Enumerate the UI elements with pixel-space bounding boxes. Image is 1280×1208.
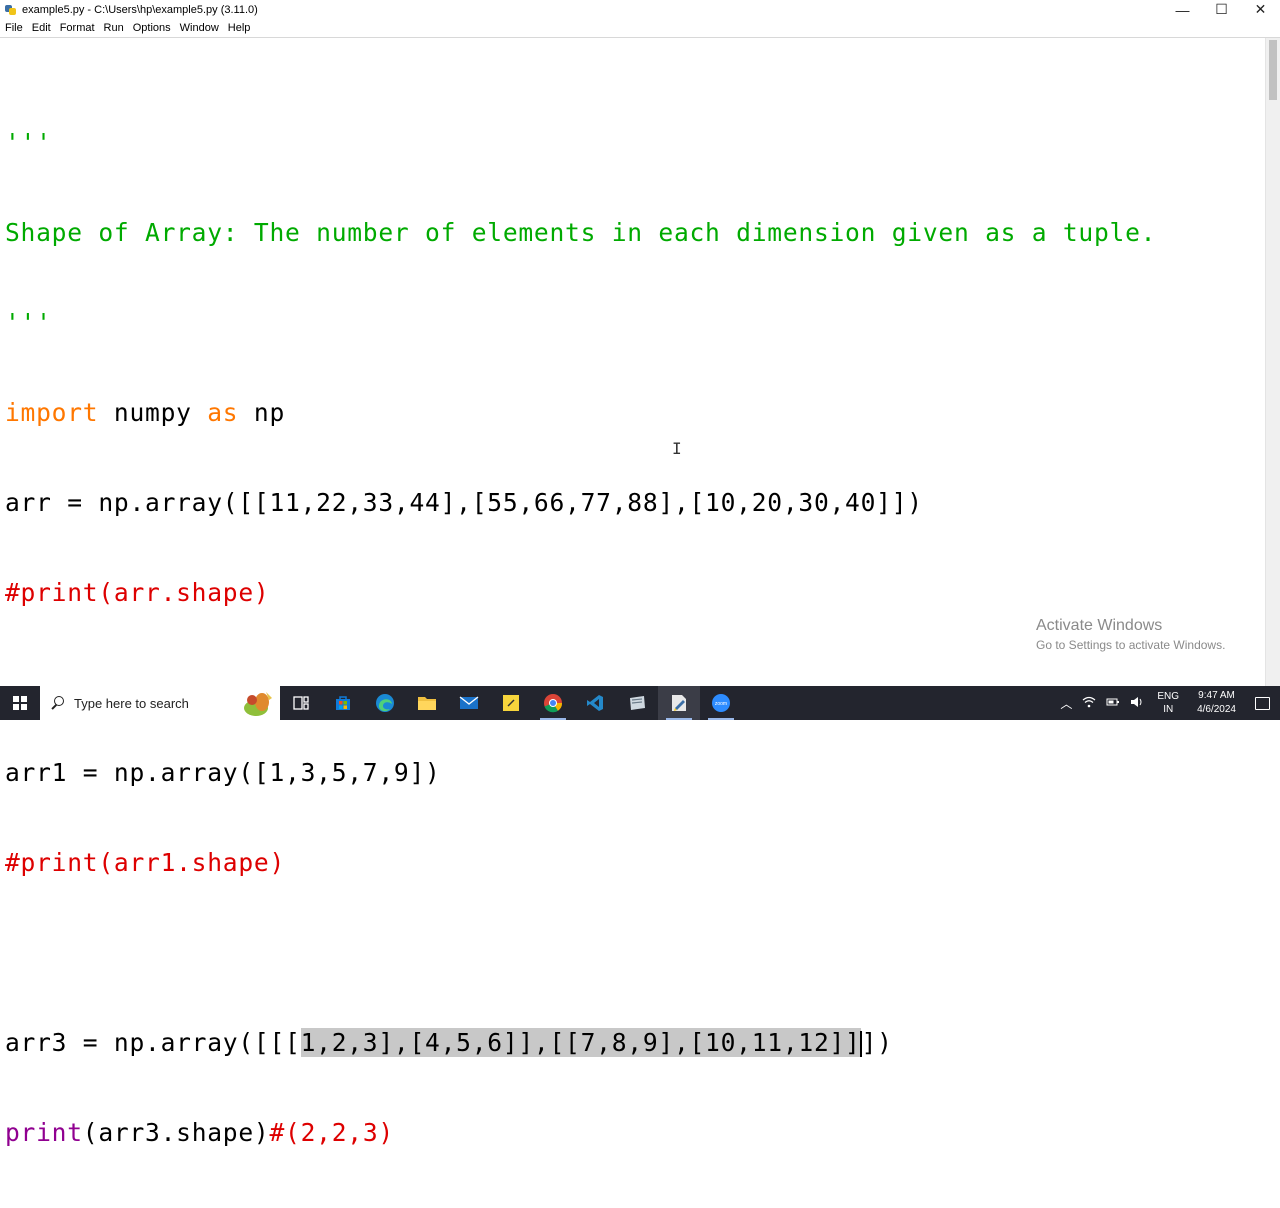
watermark-title: Activate Windows — [1036, 617, 1163, 634]
chevron-up-icon[interactable]: ︿ — [1060, 695, 1072, 712]
activate-windows-watermark: Activate Windows Go to Settings to activ… — [1036, 617, 1225, 652]
clock-date: 4/6/2024 — [1197, 704, 1236, 715]
watermark-subtitle: Go to Settings to activate Windows. — [1036, 638, 1226, 652]
svg-text:zoom: zoom — [715, 701, 727, 707]
code-line: #print(arr1.shape) — [5, 848, 1156, 878]
code-line: arr3 = np.array([[[1,2,3],[4,5,6]],[[7,8… — [5, 1028, 1156, 1058]
code-line: arr1 = np.array([1,3,5,7,9]) — [5, 758, 1156, 788]
print-args: (arr3.shape) — [82, 1118, 270, 1147]
battery-icon[interactable] — [1106, 696, 1120, 710]
keyword-import: import — [5, 398, 99, 427]
arr1-assignment: arr1 = np.array([1,3,5,7,9]) — [5, 758, 441, 787]
keyword-as: as — [207, 398, 239, 427]
microsoft-store-icon[interactable] — [322, 686, 364, 720]
taskbar-search-box[interactable]: Type here to search — [40, 686, 280, 720]
menu-edit[interactable]: Edit — [32, 22, 51, 34]
close-button[interactable]: ✕ — [1241, 0, 1280, 19]
menu-run[interactable]: Run — [104, 22, 124, 34]
code-line: arr = np.array([[11,22,33,44],[55,66,77,… — [5, 488, 1156, 518]
window-controls: — ☐ ✕ — [1163, 0, 1280, 19]
start-button[interactable] — [0, 686, 40, 720]
menu-window[interactable]: Window — [180, 22, 219, 34]
search-placeholder: Type here to search — [74, 695, 189, 711]
code-line: Shape of Array: The number of elements i… — [5, 218, 1156, 248]
code-line: #print(arr.shape) — [5, 578, 1156, 608]
docstring-close: ''' — [5, 308, 52, 337]
chrome-browser-icon[interactable] — [532, 686, 574, 720]
alias-name: np — [238, 398, 286, 427]
code-line: ''' — [5, 128, 1156, 158]
language-indicator[interactable]: ENG IN — [1157, 690, 1179, 716]
code-line: import numpy as np — [5, 398, 1156, 428]
window-title: example5.py - C:\Users\hp\example5.py (3… — [22, 3, 258, 16]
search-icon — [51, 696, 65, 710]
search-highlight-icon — [244, 692, 272, 716]
edge-browser-icon[interactable] — [364, 686, 406, 720]
file-explorer-icon[interactable] — [406, 686, 448, 720]
code-line: print(arr3.shape)#(2,2,3) — [5, 1118, 1156, 1148]
notification-center-icon[interactable] — [1252, 686, 1272, 720]
arr3-assignment-start: arr3 = np.array([[[ — [5, 1028, 301, 1057]
menu-options[interactable]: Options — [133, 22, 171, 34]
docstring-text: Shape of Array: The number of elements i… — [5, 218, 1157, 247]
arr3-assignment-end: ]) — [861, 1028, 893, 1057]
python-idle-icon — [5, 4, 17, 16]
zoom-icon[interactable]: zoom — [700, 686, 742, 720]
menu-bar: File Edit Format Run Options Window Help — [0, 19, 1280, 38]
minimize-button[interactable]: — — [1163, 0, 1202, 19]
module-name: numpy — [98, 398, 208, 427]
title-bar: example5.py - C:\Users\hp\example5.py (3… — [0, 0, 1280, 19]
python-shell-icon[interactable] — [616, 686, 658, 720]
vscode-icon[interactable] — [574, 686, 616, 720]
mail-icon[interactable] — [448, 686, 490, 720]
vertical-scrollbar[interactable] — [1265, 38, 1280, 686]
comment: #print(arr1.shape) — [5, 848, 286, 877]
maximize-button[interactable]: ☐ — [1202, 0, 1241, 19]
task-view-icon[interactable] — [280, 686, 322, 720]
sticky-notes-icon[interactable] — [490, 686, 532, 720]
windows-logo-icon — [13, 696, 27, 710]
text-selection[interactable]: 1,2,3],[4,5,6]],[[7,8,9],[10,11,12]] — [300, 1028, 861, 1057]
menu-file[interactable]: File — [5, 22, 23, 34]
comment: #print(arr.shape) — [5, 578, 270, 607]
clock[interactable]: 9:47 AM 4/6/2024 — [1197, 689, 1236, 717]
code-editor[interactable]: ''' Shape of Array: The number of elemen… — [0, 38, 1266, 1147]
comment: #(2,2,3) — [269, 1118, 394, 1147]
code-text[interactable]: ''' Shape of Array: The number of elemen… — [5, 68, 1156, 1208]
arr-assignment: arr = np.array([[11,22,33,44],[55,66,77,… — [5, 488, 923, 517]
system-tray: ︿ ENG IN 9:47 AM 4/6/2024 — [1055, 686, 1280, 720]
code-line: ''' — [5, 308, 1156, 338]
docstring-open: ''' — [5, 128, 52, 157]
wifi-icon[interactable] — [1082, 696, 1096, 711]
taskbar: Type here to search zoom ︿ ENG IN 9:47 A… — [0, 686, 1280, 720]
menu-help[interactable]: Help — [228, 22, 251, 34]
ibeam-cursor-icon: I — [672, 439, 682, 458]
scrollbar-thumb[interactable] — [1269, 40, 1277, 100]
builtin-print: print — [5, 1118, 83, 1147]
idle-editor-icon[interactable] — [658, 686, 700, 720]
volume-icon[interactable] — [1130, 696, 1144, 711]
clock-time: 9:47 AM — [1198, 690, 1235, 701]
menu-format[interactable]: Format — [60, 22, 95, 34]
